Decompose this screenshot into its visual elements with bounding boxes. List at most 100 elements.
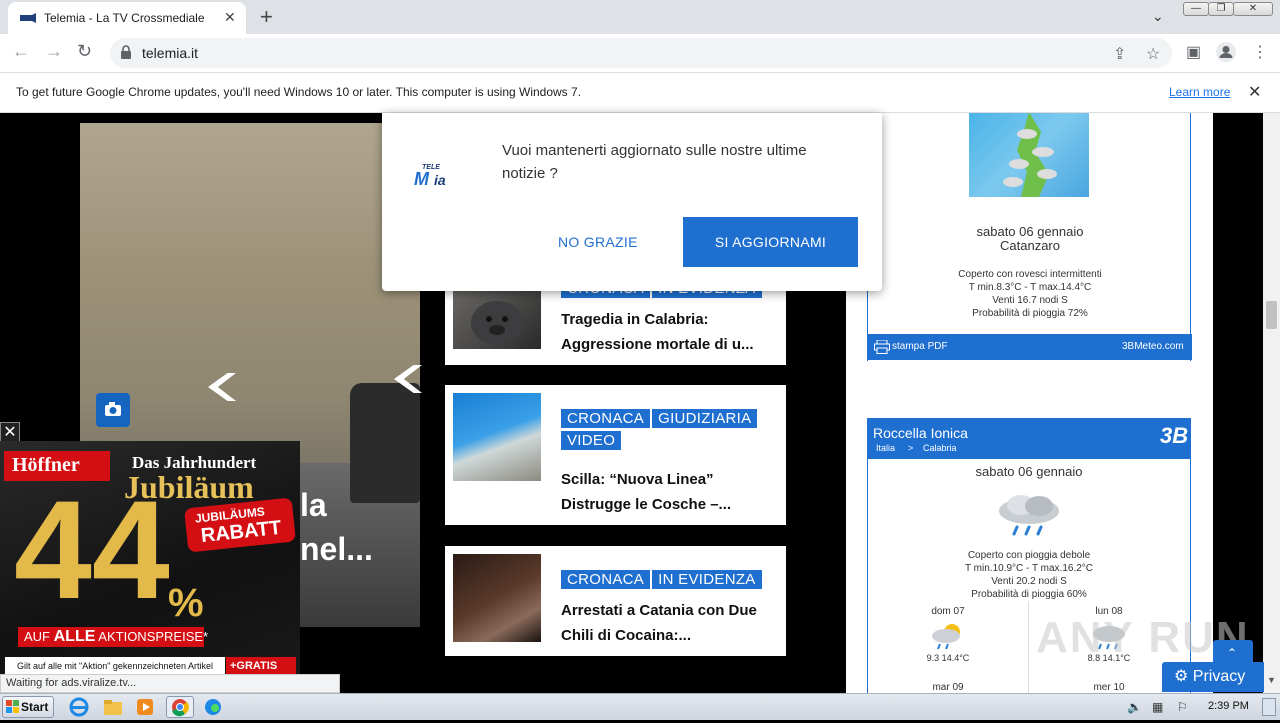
gear-icon: ⚙: [1174, 668, 1189, 685]
telemia-favicon-icon: [20, 13, 36, 23]
article-title[interactable]: Tragedia in Calabria: Aggressione mortal…: [561, 307, 776, 357]
ad-footer: Gilt auf alle mit "Aktion" gekennzeichne…: [5, 657, 225, 675]
share-icon[interactable]: ⇪: [1113, 44, 1126, 64]
article-thumbnail[interactable]: [453, 554, 541, 642]
forward-arrow-icon[interactable]: →: [45, 41, 63, 62]
weather-map-image[interactable]: [969, 113, 1089, 197]
tab-telemia[interactable]: Telemia - La TV Crossmediale ✕: [8, 2, 246, 34]
show-desktop-button[interactable]: [1262, 698, 1276, 716]
volume-icon[interactable]: 🔈: [1127, 700, 1142, 714]
tab-search-chevron-icon[interactable]: ⌄: [1152, 8, 1164, 25]
hero-title-line: nel...: [300, 531, 373, 567]
article-title[interactable]: Arrestati a Catania con Due Chili di Coc…: [561, 598, 776, 648]
tab-close-icon[interactable]: ✕: [224, 9, 236, 26]
ad-ribbon-c: AKTIONSPREISE*: [95, 629, 209, 644]
scrollbar-thumb[interactable]: [1266, 301, 1277, 329]
weather-widget-catanzaro: sabato 06 gennaio Catanzaro Coperto con …: [867, 113, 1192, 361]
edge-icon[interactable]: [202, 696, 230, 718]
article-card[interactable]: CRONACA IN EVIDENZA Arrestati a Catania c…: [445, 546, 786, 656]
start-label: Start: [21, 700, 49, 714]
ad-gratis: +GRATIS: [226, 657, 296, 675]
forecast-day: mar 09: [868, 681, 1028, 693]
privacy-label: Privacy: [1192, 668, 1246, 685]
breadcrumb-calabria[interactable]: Calabria: [923, 443, 957, 453]
windows-logo-icon: [6, 700, 19, 713]
privacy-button[interactable]: ⚙ Privacy: [1162, 662, 1264, 692]
sun-cloud-rain-icon: [932, 624, 960, 650]
weather-desc: Coperto con pioggia debole: [967, 550, 1091, 561]
side-panel-icon[interactable]: ▣: [1186, 42, 1201, 62]
weather-rain: Probabilità di pioggia 72%: [972, 308, 1088, 319]
ad-percent: %: [168, 581, 204, 625]
window-maximize-button[interactable]: ❐: [1208, 2, 1234, 16]
weather-header: Roccella Ionica Italia > Calabria 3B: [868, 419, 1190, 459]
weather-date: sabato 06 gennaio: [976, 224, 1084, 239]
back-arrow-icon[interactable]: ←: [12, 41, 30, 62]
ad-ribbon: AUF ALLE AKTIONSPREISE*: [18, 627, 208, 647]
ie-icon[interactable]: [68, 696, 96, 718]
article-card[interactable]: CRONACA GIUDIZIARIA VIDEO Scilla: “Nuova L…: [445, 385, 786, 525]
media-player-icon[interactable]: [134, 696, 162, 718]
3bmeteo-logo[interactable]: 3B: [1160, 423, 1188, 449]
camera-icon[interactable]: [96, 393, 130, 427]
breadcrumb-separator: >: [908, 443, 914, 453]
weather-details: Coperto con pioggia debole T min.10.9°C …: [868, 549, 1190, 601]
clock[interactable]: 2:39 PM: [1208, 700, 1249, 712]
tag-badge[interactable]: IN EVIDENZA: [652, 570, 762, 589]
weather-wind: Venti 20.2 nodi S: [991, 576, 1067, 587]
new-tab-button[interactable]: +: [260, 4, 273, 30]
tag-badge[interactable]: VIDEO: [561, 431, 622, 450]
window-minimize-button[interactable]: —: [1183, 2, 1209, 16]
windows-taskbar: Start 🔈 ▦ ⚐ 2:39 PM: [0, 693, 1280, 720]
scroll-down-arrow-icon[interactable]: ▼: [1267, 675, 1276, 685]
ad-big-number: 44: [14, 471, 170, 628]
forecast-temps: 9.3 14.4°C: [926, 653, 970, 663]
tag-badge[interactable]: CRONACA: [561, 409, 651, 428]
scrollbar[interactable]: ▼: [1263, 113, 1280, 693]
tag-badge[interactable]: GIUDIZIARIA: [652, 409, 758, 428]
weather-temps: T min.8.3°C - T max.14.4°C: [968, 282, 1092, 293]
svg-text:M: M: [414, 169, 430, 189]
breadcrumb-italia[interactable]: Italia: [876, 443, 895, 453]
explorer-folder-icon[interactable]: [102, 696, 130, 718]
tab-strip: Telemia - La TV Crossmediale ✕ + ⌄ — ❐ ✕: [0, 0, 1280, 34]
hoeffner-ad[interactable]: Höffner Das Jahrhundert Jubiläum 44 % JU…: [0, 441, 300, 678]
print-pdf-link[interactable]: stampa PDF: [892, 341, 948, 352]
address-bar[interactable]: telemia.it ⇪ ☆: [110, 38, 1172, 68]
learn-more-link[interactable]: Learn more: [1169, 85, 1230, 99]
tab-title: Telemia - La TV Crossmediale: [44, 11, 205, 25]
article-thumbnail[interactable]: [453, 393, 541, 481]
weather-details: Coperto con rovesci intermittenti T min.…: [868, 268, 1192, 320]
weather-city: Roccella Ionica: [873, 425, 968, 441]
lock-icon: [121, 45, 131, 59]
chevron-up-icon: ⌃: [1227, 646, 1238, 660]
bookmark-star-icon[interactable]: ☆: [1146, 44, 1160, 64]
article-tags: CRONACAIN EVIDENZA: [561, 570, 764, 592]
printer-icon[interactable]: [874, 340, 890, 354]
no-thanks-button[interactable]: NO GRAZIE: [558, 234, 638, 250]
telemia-logo-icon: TELE M ia: [414, 164, 446, 189]
network-icon[interactable]: ▦: [1152, 700, 1163, 714]
window-close-button[interactable]: ✕: [1233, 2, 1273, 16]
notification-popup: TELE M ia Vuoi mantenerti aggiornato sul…: [382, 113, 882, 291]
tag-badge[interactable]: CRONACA: [561, 570, 651, 589]
forecast-day-label: mar 09: [932, 682, 964, 693]
menu-kebab-icon[interactable]: ⋮: [1252, 42, 1268, 62]
infobar-close-icon[interactable]: ✕: [1248, 82, 1261, 102]
weather-date: sabato 06 gennaio: [975, 464, 1083, 479]
weather-rain: Probabilità di pioggia 60%: [971, 589, 1087, 600]
weather-wind: Venti 16.7 nodi S: [992, 295, 1068, 306]
action-center-flag-icon[interactable]: ⚐: [1177, 700, 1188, 714]
reload-icon[interactable]: ↻: [77, 41, 92, 62]
svg-text:ia: ia: [434, 172, 446, 188]
start-button[interactable]: Start: [2, 696, 54, 718]
3bmeteo-link[interactable]: 3BMeteo.com: [1122, 341, 1184, 352]
article-title[interactable]: Scilla: “Nuova Linea” Distrugge le Cosch…: [561, 467, 776, 517]
subscribe-button[interactable]: SI AGGIORNAMI: [683, 217, 858, 267]
ad-close-icon[interactable]: ✕: [0, 422, 20, 442]
weather-column: sabato 06 gennaio Catanzaro Coperto con …: [846, 113, 1248, 693]
hero-car: [350, 383, 420, 503]
chrome-icon[interactable]: [166, 696, 194, 718]
profile-avatar-icon[interactable]: [1215, 41, 1237, 63]
article-thumbnail[interactable]: [453, 285, 541, 349]
